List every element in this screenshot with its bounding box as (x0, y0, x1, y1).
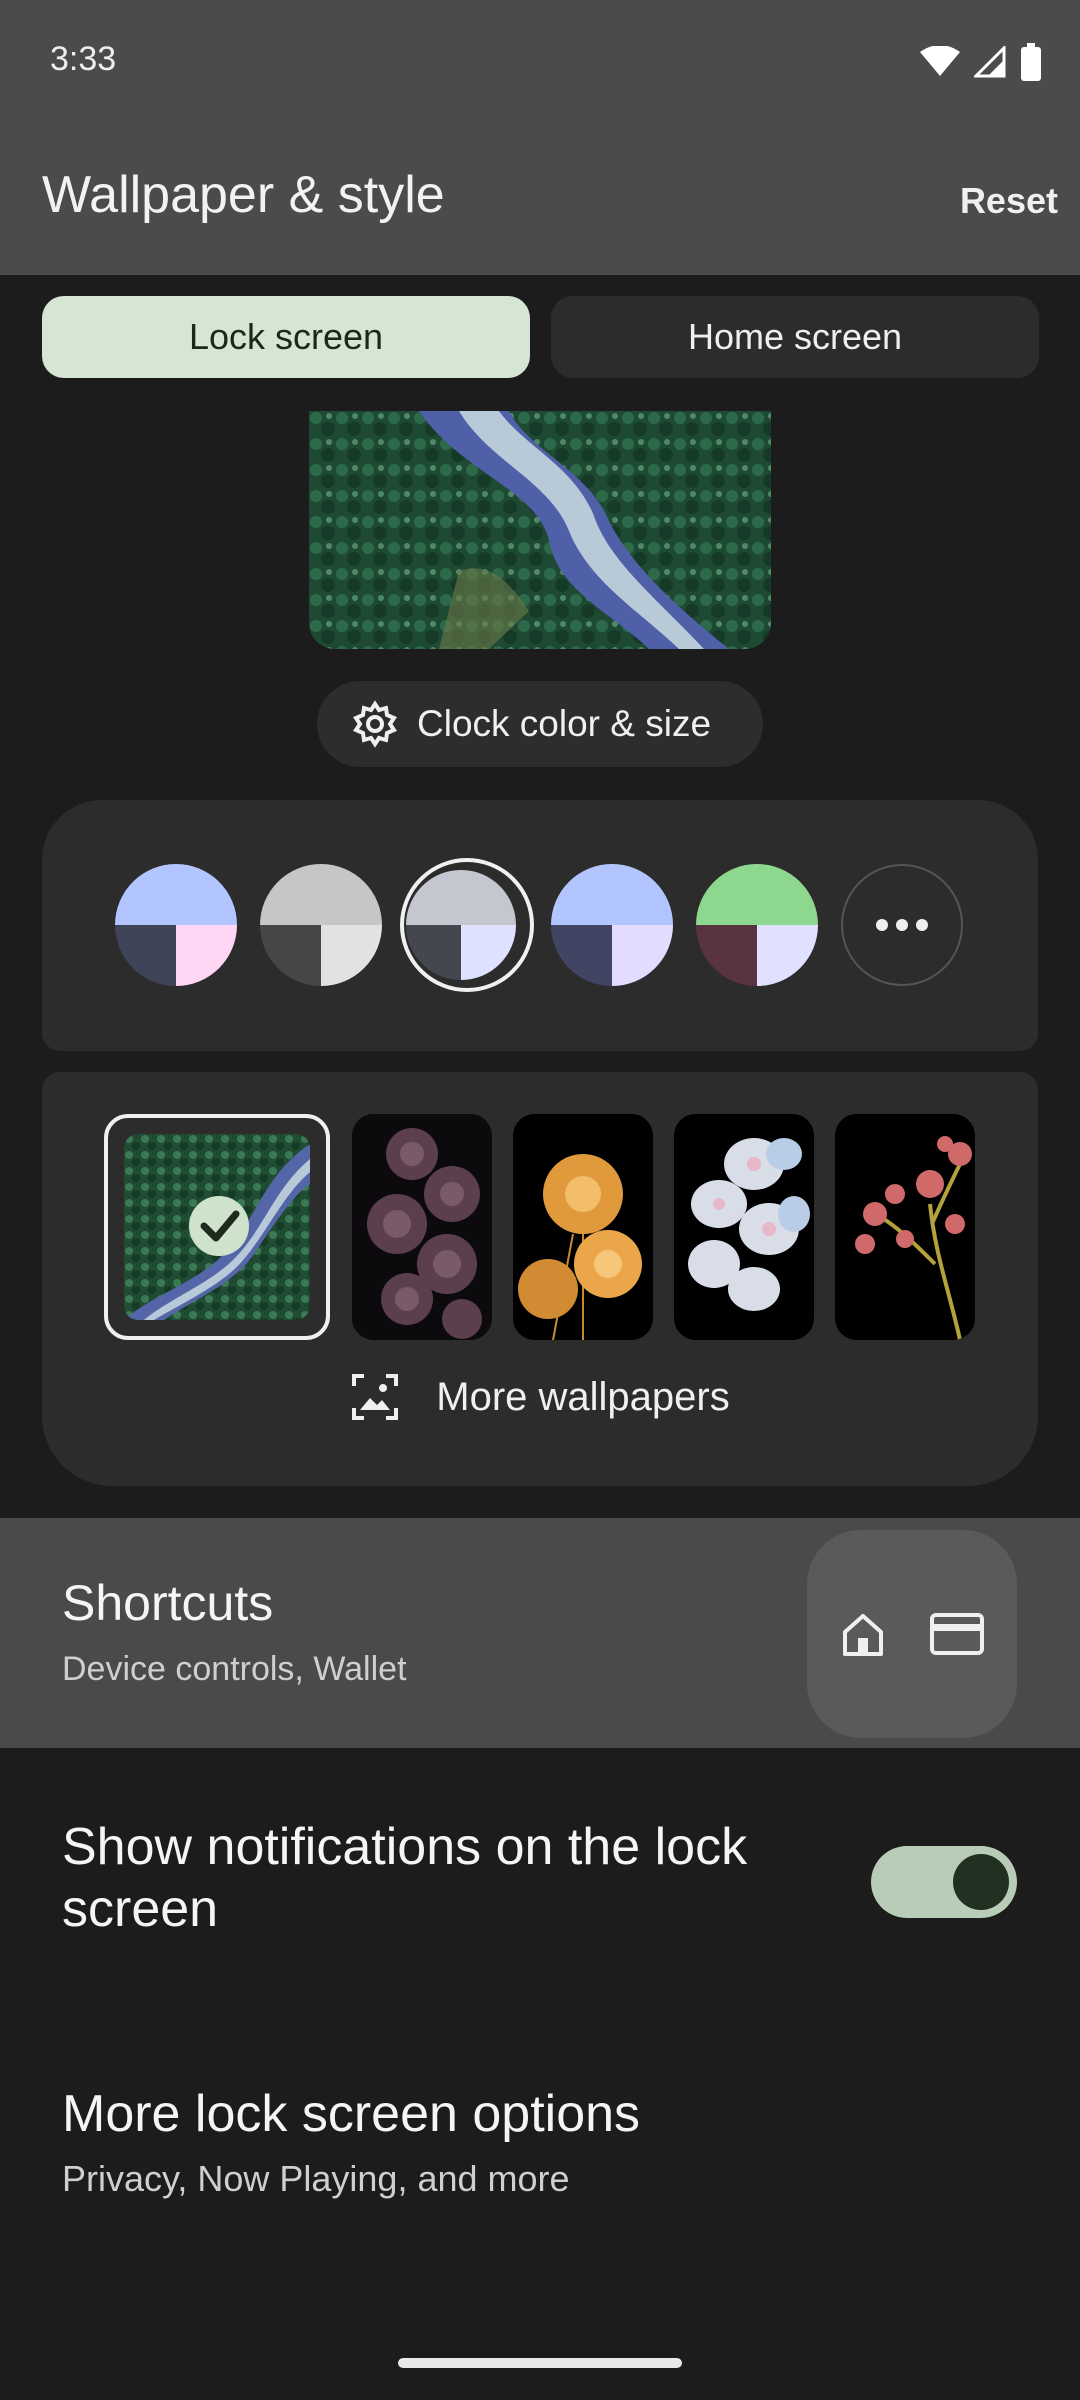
gear-icon (353, 700, 397, 748)
gallery-icon (352, 1374, 399, 1420)
color-option-4[interactable] (551, 864, 673, 986)
tab-lock-screen[interactable]: Lock screen (42, 296, 530, 378)
more-lock-screen-options-subtitle: Privacy, Now Playing, and more (62, 2158, 570, 2199)
gesture-home-indicator[interactable] (398, 2358, 682, 2368)
wallpaper-thumb-river-forest[interactable] (124, 1134, 310, 1320)
swatch-bottom-right (321, 925, 382, 986)
wifi-icon (920, 46, 960, 76)
river-wallpaper-image (309, 411, 771, 649)
orchid-thumb-image (674, 1114, 814, 1340)
wallpaper-thumb-dark-succulent[interactable] (352, 1114, 492, 1340)
battery-icon (1021, 43, 1041, 81)
coral-thumb-image (835, 1114, 975, 1340)
shortcuts-row[interactable]: Shortcuts Device controls, Wallet (0, 1518, 1080, 1748)
more-wallpapers-label: More wallpapers (436, 1374, 730, 1419)
swatch-bottom-right (757, 925, 818, 986)
shortcuts-subtitle: Device controls, Wallet (62, 1650, 407, 1688)
toggle-knob (953, 1854, 1009, 1910)
color-option-3-selected[interactable] (406, 870, 516, 980)
show-notifications-toggle[interactable] (871, 1846, 1017, 1918)
page-title: Wallpaper & style (42, 166, 445, 224)
color-option-5[interactable] (696, 864, 818, 986)
wallet-card-icon (930, 1613, 984, 1655)
wallpaper-thumb-white-orchids[interactable] (674, 1114, 814, 1340)
status-time: 3:33 (50, 40, 117, 78)
swatch-top (406, 870, 516, 925)
color-palette-card (42, 800, 1038, 1051)
wallpaper-thumb-orange-flowers[interactable] (513, 1114, 653, 1340)
lock-screen-preview[interactable] (309, 411, 771, 649)
shortcuts-preview[interactable] (807, 1530, 1017, 1738)
swatch-bottom-right (612, 925, 673, 986)
swatch-bottom-left (696, 925, 757, 986)
swatch-bottom-left (260, 925, 321, 986)
top-app-bar: 3:33 Wallpaper & style Reset (0, 0, 1080, 275)
swatch-top (115, 864, 237, 925)
wallpaper-picker-card: More wallpapers (42, 1072, 1038, 1486)
swatch-bottom-right (176, 925, 237, 986)
clock-button-label: Clock color & size (417, 703, 712, 744)
wallpaper-thumb-pink-coral[interactable] (835, 1114, 975, 1340)
river-thumb-image (124, 1134, 310, 1320)
tab-home-screen[interactable]: Home screen (551, 296, 1039, 378)
succulent-thumb-image (352, 1114, 492, 1340)
swatch-bottom-right (461, 925, 516, 980)
more-colors-button[interactable] (841, 864, 963, 986)
more-lock-screen-options-title[interactable]: More lock screen options (62, 2084, 640, 2144)
more-wallpapers-button[interactable]: More wallpapers (42, 1372, 1038, 1422)
swatch-bottom-left (551, 925, 612, 986)
reset-button[interactable]: Reset (960, 180, 1058, 222)
swatch-top (260, 864, 382, 925)
signal-icon (974, 46, 1006, 78)
home-icon (843, 1614, 883, 1656)
more-horizontal-icon (876, 919, 928, 931)
clock-color-size-button[interactable]: Clock color & size (317, 681, 763, 767)
swatch-bottom-left (115, 925, 176, 986)
color-option-1[interactable] (115, 864, 237, 986)
shortcuts-title: Shortcuts (62, 1575, 274, 1631)
show-notifications-label: Show notifications on the lock screen (62, 1818, 748, 1938)
status-icons (920, 40, 1042, 84)
swatch-bottom-left (406, 925, 461, 980)
swatch-top (551, 864, 673, 925)
color-option-2[interactable] (260, 864, 382, 986)
swatch-top (696, 864, 818, 925)
orange-flower-thumb-image (513, 1114, 653, 1340)
